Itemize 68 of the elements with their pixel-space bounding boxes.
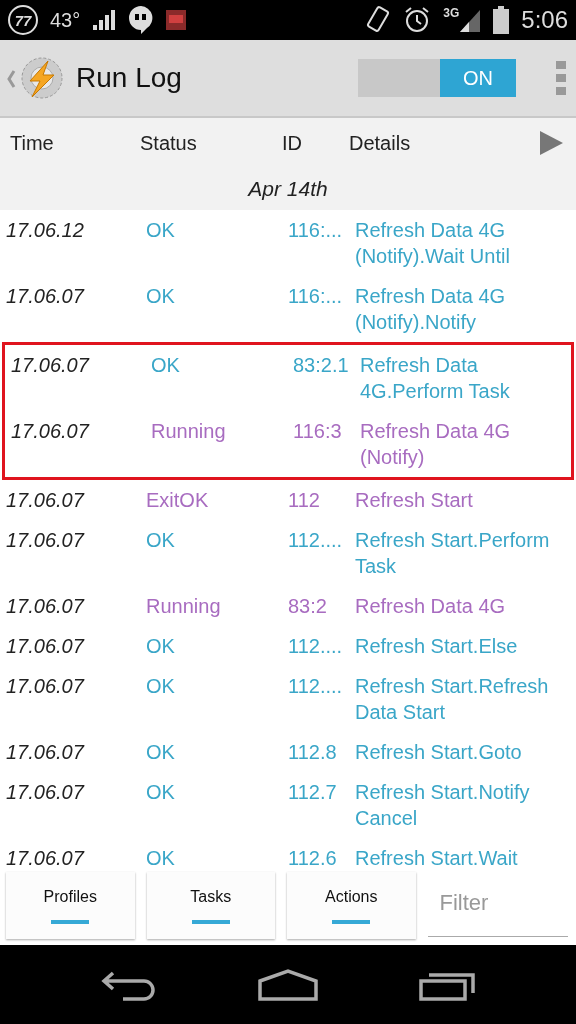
details-cell-text: Refresh Start.Goto (355, 740, 523, 765)
details-cell-text: Refresh Start.Perform Task (355, 528, 551, 579)
thumbnail-icon (166, 10, 187, 30)
details-cell-text: Refresh Data 4G.Perform Task (360, 353, 511, 404)
id-cell-text: 112.... (288, 528, 344, 553)
home-icon[interactable] (258, 968, 318, 1001)
id-cell-text: 116:3 (293, 419, 343, 444)
time-cell-text: 17.06.07 (5, 634, 86, 659)
vibrate-icon (365, 5, 392, 35)
column-header: ID (282, 131, 303, 155)
time-cell-text: 17.06.07 (5, 284, 86, 309)
temperature: 43° (50, 8, 81, 32)
id-cell-text: 112.... (288, 674, 344, 699)
tab[interactable]: Profiles (6, 872, 135, 939)
details-cell-text: Refresh Data 4G (Notify).Wait Until (355, 218, 511, 269)
status-cell-text: OK (146, 740, 176, 765)
column-header: Details (349, 131, 412, 155)
details-cell-text: Refresh Start.Notify Cancel (355, 780, 531, 831)
status-cell-text: Running (151, 419, 227, 444)
tab[interactable]: Actions (287, 872, 416, 939)
time-cell-text: 17.06.07 (10, 353, 91, 378)
status-cell-text: ExitOK (146, 488, 210, 513)
status-cell-text: Running (146, 594, 222, 619)
status-cell-text: OK (146, 674, 176, 699)
details-cell-text: Refresh Data 4G (355, 594, 507, 619)
id-cell-text: 83:2.1 (293, 353, 350, 378)
id-cell-text: 112.6 (288, 846, 338, 870)
notification-count: 77 (8, 5, 38, 35)
details-cell-text: Refresh Start.Else (355, 634, 519, 659)
time-cell-text: 17.06.07 (5, 528, 86, 553)
time-cell-text: 17.06.07 (10, 419, 91, 444)
details-cell-text: Refresh Start (355, 488, 474, 513)
id-cell-text: 116:... (288, 284, 344, 309)
play-icon[interactable] (538, 130, 564, 156)
chat-bubble-icon (128, 5, 155, 35)
screen-title: Run Log (76, 62, 182, 94)
column-header: Time (9, 131, 55, 155)
status-cell-text: OK (146, 528, 176, 553)
date-heading: Apr 14th (0, 168, 576, 210)
time-cell-text: 17.06.07 (5, 488, 86, 513)
network-type: 3G (443, 6, 460, 20)
status-cell-text: OK (151, 353, 181, 378)
status-cell-text: OK (146, 780, 176, 805)
details-cell-text: Refresh Data 4G (Notify).Notify (355, 284, 507, 335)
time-cell-text: 17.06.07 (5, 740, 86, 765)
time-cell-text: 17.06.07 (5, 846, 86, 870)
status-cell-text: OK (146, 634, 176, 659)
id-cell-text: 112.7 (288, 780, 338, 805)
time-cell-text: 17.06.07 (5, 674, 86, 699)
id-cell-text: 116:... (288, 218, 344, 243)
status-cell-text: OK (146, 846, 176, 870)
tab[interactable]: Tasks (146, 872, 275, 939)
battery-icon (493, 6, 510, 34)
id-cell-text: 112 (288, 488, 321, 513)
column-header: Status (140, 131, 198, 155)
id-cell-text: 112.... (288, 634, 344, 659)
time-cell-text: 17.06.07 (5, 780, 86, 805)
signal-icon (92, 9, 117, 31)
clock: 5:06 (521, 6, 568, 34)
details-cell-text: Refresh Start.Wait (355, 846, 519, 870)
id-cell-text: 112.8 (288, 740, 338, 765)
details-cell-text: Refresh Start.Refresh Data Start (355, 674, 550, 725)
time-cell-text: 17.06.07 (5, 594, 86, 619)
id-cell-text: 83:2 (288, 594, 328, 619)
time-cell-text: 17.06.12 (5, 218, 85, 243)
details-cell-text: Refresh Data 4G (Notify) (360, 419, 512, 470)
status-cell-text: OK (146, 218, 176, 243)
status-cell-text: OK (146, 284, 176, 309)
